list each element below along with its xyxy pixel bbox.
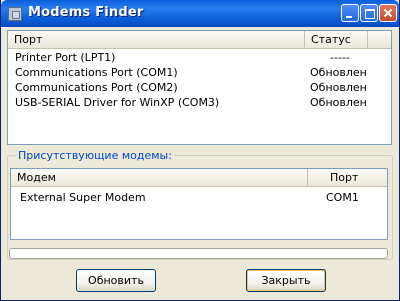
list-item[interactable]: External Super Modem COM1 [11,191,387,204]
minimize-button[interactable] [341,4,359,22]
modems-list-header: Модем Порт [11,169,387,187]
title-bar[interactable]: Modems Finder [1,0,399,27]
modem-port: COM1 [326,191,359,204]
port-name: USB-SERIAL Driver for WinXP (COM3) [15,96,220,109]
port-name: Communications Port (COM1) [15,66,178,79]
modems-finder-window: Modems Finder Порт Статус Printer Port (… [0,0,400,301]
modem-name: External Super Modem [20,191,146,204]
port-status: Обновлен [310,81,367,94]
port-status: ----- [330,51,350,64]
list-item[interactable]: Printer Port (LPT1) ----- [8,51,391,64]
port-name: Communications Port (COM2) [15,81,178,94]
column-header-status[interactable]: Статус [305,31,368,48]
list-item[interactable]: Communications Port (COM2) Обновлен [8,81,391,94]
list-item[interactable]: USB-SERIAL Driver for WinXP (COM3) Обнов… [8,96,391,109]
search-progress-bar [9,248,388,259]
close-window-button[interactable] [379,4,397,22]
list-item[interactable]: Communications Port (COM1) Обновлен [8,66,391,79]
column-header-modem[interactable]: Модем [11,169,308,186]
ports-listview[interactable]: Порт Статус Printer Port (LPT1) ----- Co… [7,30,392,145]
port-status: Обновлен [310,66,367,79]
modems-listview[interactable]: Модем Порт External Super Modem COM1 [10,168,388,240]
app-icon [8,7,22,21]
ports-list-header: Порт Статус [8,31,391,49]
column-header-port[interactable]: Порт [8,31,305,48]
refresh-button[interactable]: Обновить [76,269,156,292]
window-title: Modems Finder [28,5,144,20]
close-button[interactable]: Закрыть [246,269,326,292]
group-label: Присутствующие модемы: [16,149,174,162]
port-name: Printer Port (LPT1) [15,51,116,64]
port-status: Обновлен [310,96,367,109]
column-header-modem-port[interactable]: Порт [308,169,387,186]
maximize-button[interactable] [360,4,378,22]
